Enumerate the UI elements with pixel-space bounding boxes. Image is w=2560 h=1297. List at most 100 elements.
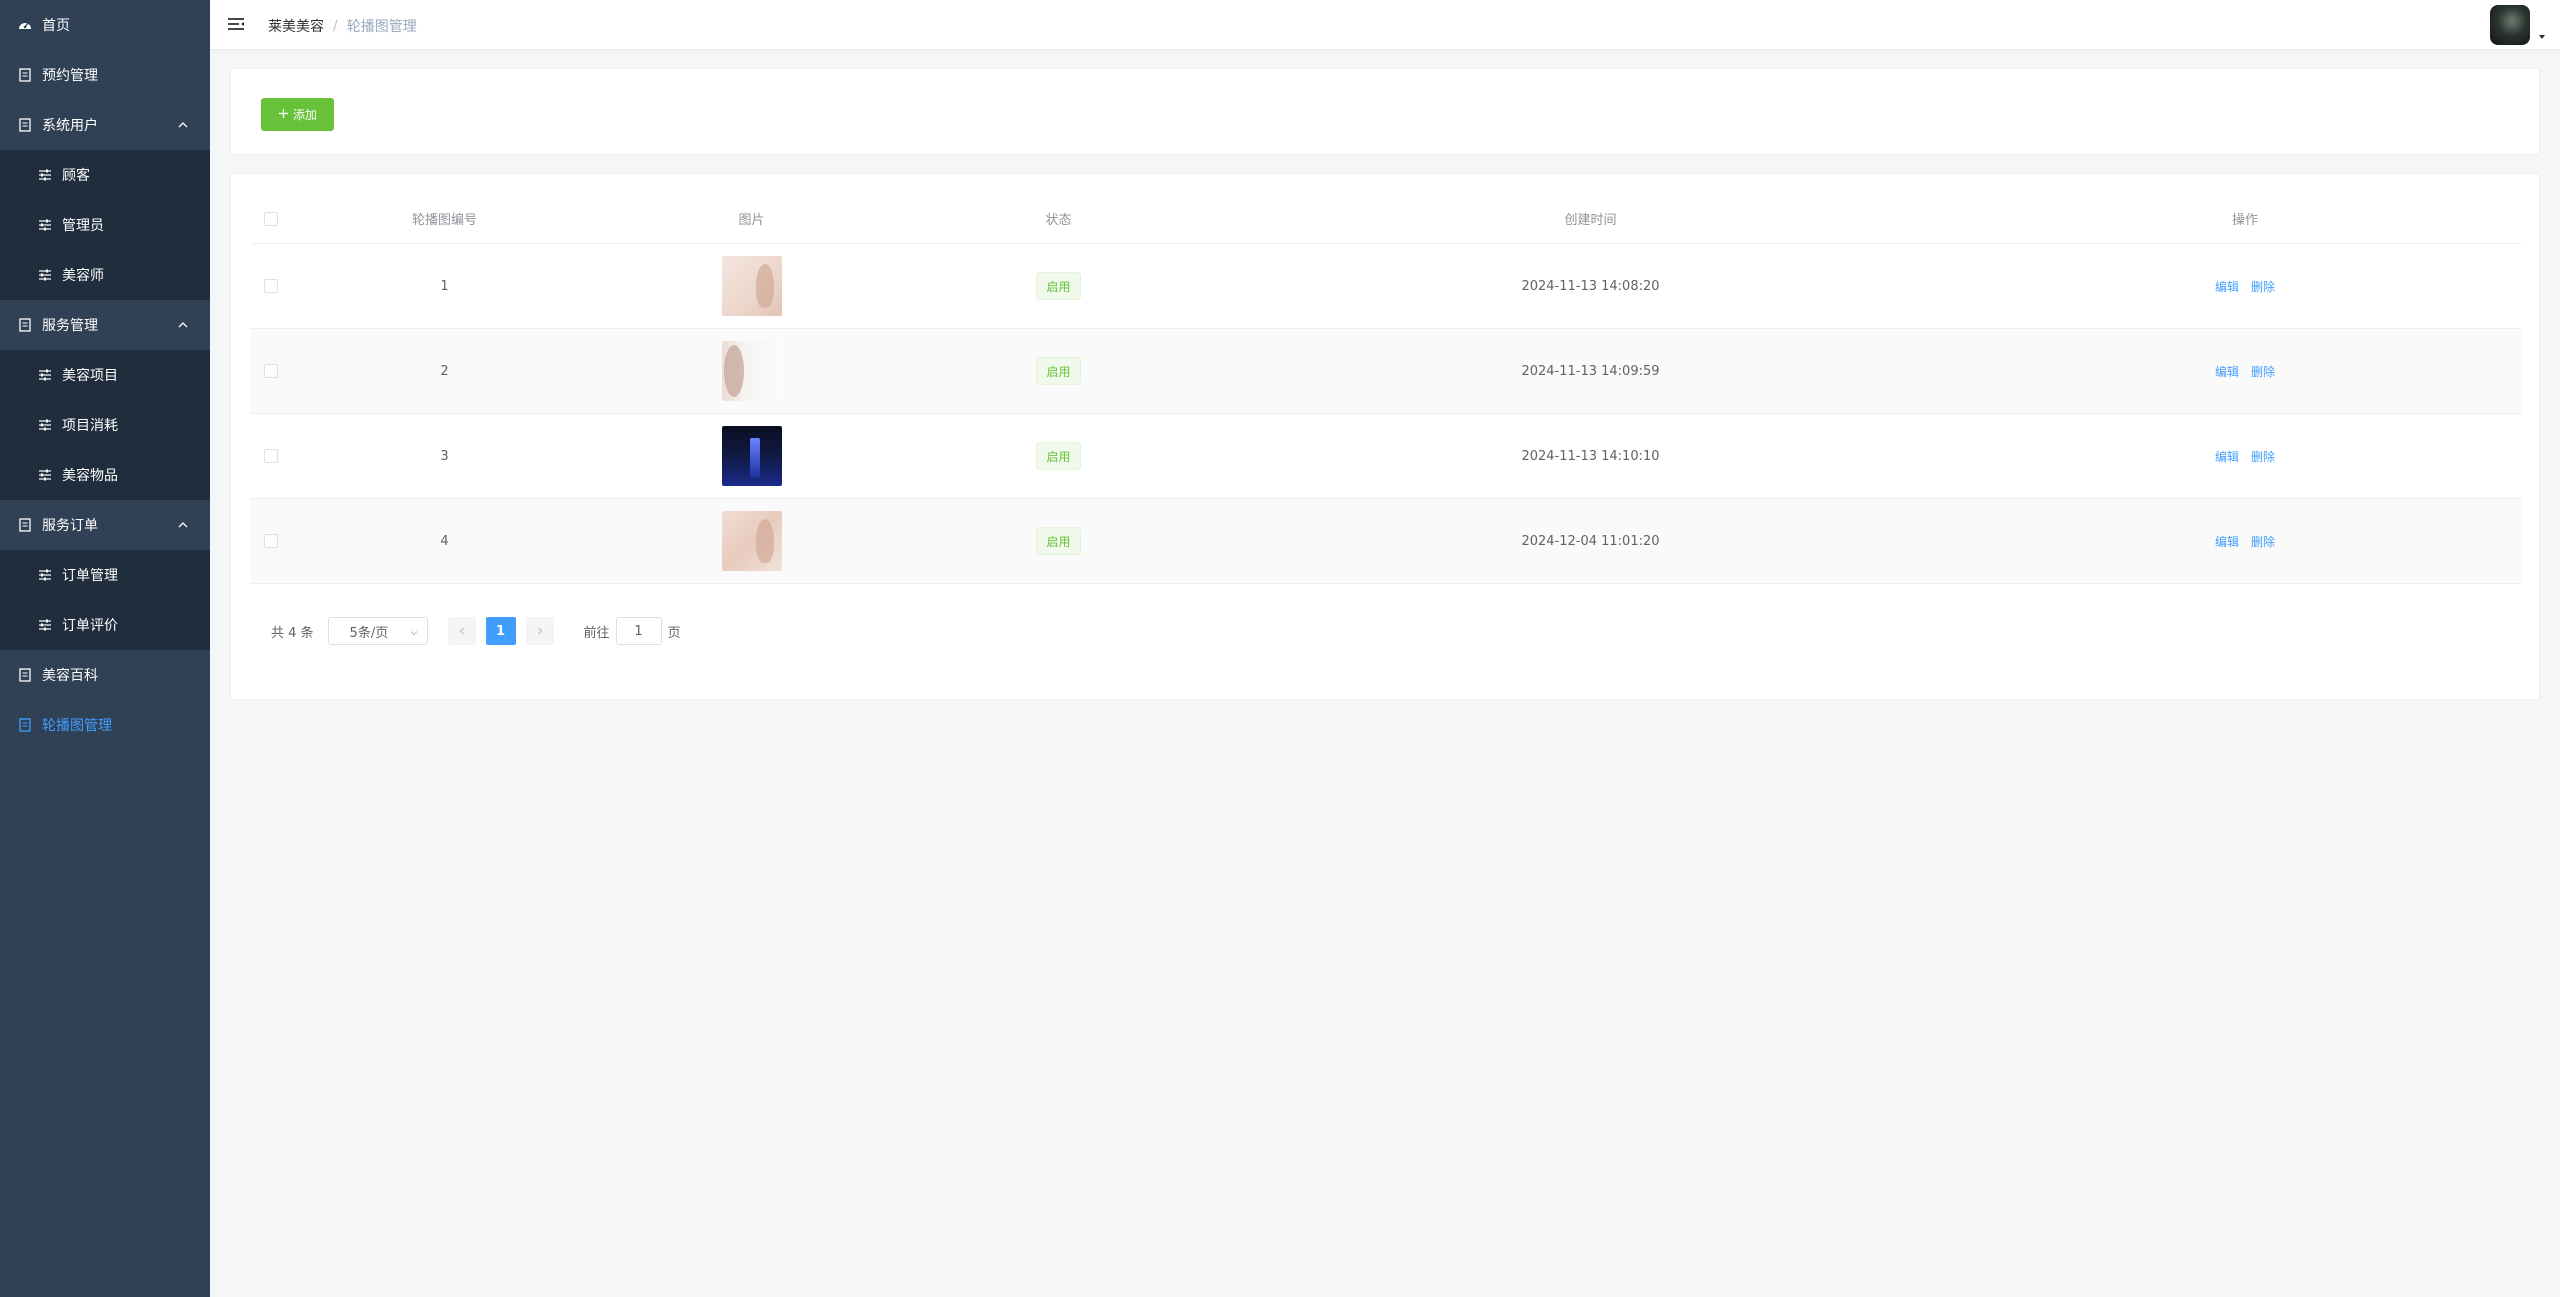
- column-header-created: 创建时间: [1564, 213, 1617, 228]
- sidebar-item-label: 美容项目: [62, 368, 118, 384]
- sidebar-item-label: 美容百科: [42, 668, 98, 684]
- sidebar-item-label: 项目消耗: [62, 418, 118, 434]
- chevron-left-icon: [459, 627, 464, 635]
- delete-button[interactable]: 删除: [2251, 533, 2275, 550]
- column-header-id: 轮播图编号: [411, 213, 477, 228]
- add-button[interactable]: 添加: [261, 98, 334, 131]
- table-header: 轮播图编号 图片 状态 创建时间 操作: [251, 194, 2521, 244]
- row-checkbox[interactable]: [264, 279, 278, 293]
- carousel-image[interactable]: [721, 341, 782, 401]
- edit-button[interactable]: 编辑: [2215, 278, 2239, 295]
- row-checkbox[interactable]: [264, 449, 278, 463]
- row-checkbox[interactable]: [264, 534, 278, 548]
- delete-button[interactable]: 删除: [2251, 363, 2275, 380]
- carousel-id: 1: [440, 278, 449, 294]
- table-row: 4 启用 2024-12-04 11:01:20 编辑 删除: [251, 499, 2521, 584]
- sidebar-item-appointments[interactable]: 预约管理: [0, 50, 210, 100]
- page-number-button[interactable]: 1: [485, 617, 516, 645]
- chevron-up-icon: [176, 518, 190, 532]
- sidebar-item-label: 顾客: [62, 168, 90, 184]
- carousel-image[interactable]: [721, 256, 782, 316]
- column-header-actions: 操作: [2231, 213, 2258, 228]
- goto-page-input[interactable]: 1: [615, 617, 662, 645]
- top-navbar: 莱美美容 / 轮播图管理: [210, 0, 2560, 50]
- carousel-image[interactable]: [721, 511, 782, 571]
- sidebar-item-beauty-projects[interactable]: 美容项目: [0, 350, 210, 400]
- delete-button[interactable]: 删除: [2251, 278, 2275, 295]
- sliders-icon: [38, 468, 52, 482]
- sliders-icon: [38, 568, 52, 582]
- edit-button[interactable]: 编辑: [2215, 448, 2239, 465]
- sidebar-item-label: 服务订单: [42, 518, 98, 534]
- toolbar-card: 添加: [230, 68, 2540, 155]
- sliders-icon: [38, 268, 52, 282]
- sliders-icon: [38, 418, 52, 432]
- sidebar-item-beauty-wiki[interactable]: 美容百科: [0, 650, 210, 700]
- edit-button[interactable]: 编辑: [2215, 363, 2239, 380]
- document-icon: [18, 668, 32, 682]
- page-size-select[interactable]: 5条/页: [327, 617, 428, 645]
- row-checkbox[interactable]: [264, 364, 278, 378]
- document-icon: [18, 518, 32, 532]
- sidebar-item-customers[interactable]: 顾客: [0, 150, 210, 200]
- next-page-button[interactable]: [525, 617, 554, 645]
- page-size-value: 5条/页: [349, 625, 389, 641]
- sliders-icon: [38, 618, 52, 632]
- carousel-id: 3: [440, 448, 449, 464]
- sidebar-item-label: 订单评价: [62, 618, 118, 634]
- caret-down-icon[interactable]: [2537, 30, 2547, 40]
- chevron-up-icon: [176, 318, 190, 332]
- prev-page-button[interactable]: [447, 617, 476, 645]
- edit-button[interactable]: 编辑: [2215, 533, 2239, 550]
- sidebar-item-home[interactable]: 首页: [0, 0, 210, 50]
- sidebar-item-order-management[interactable]: 订单管理: [0, 550, 210, 600]
- breadcrumb-item-home[interactable]: 莱美美容: [268, 16, 324, 36]
- page-jumper: 前往 1 页: [584, 617, 681, 645]
- goto-prefix: 前往: [583, 625, 610, 641]
- sidebar-item-service-orders[interactable]: 服务订单: [0, 500, 210, 550]
- document-icon: [18, 68, 32, 82]
- sidebar: 首页 预约管理 系统用户 顾客 管理员 美容师 服务管理 美容项目 项目消耗 美…: [0, 0, 210, 1297]
- sidebar-item-project-consumption[interactable]: 项目消耗: [0, 400, 210, 450]
- sidebar-item-label: 订单管理: [62, 568, 118, 584]
- created-time: 2024-11-13 14:09:59: [1521, 363, 1660, 379]
- delete-button[interactable]: 删除: [2251, 448, 2275, 465]
- chevron-down-icon: [409, 627, 419, 637]
- sidebar-item-order-reviews[interactable]: 订单评价: [0, 600, 210, 650]
- status-badge: 启用: [1036, 357, 1081, 385]
- pagination-total: 共 4 条: [271, 625, 314, 641]
- carousel-id: 2: [440, 363, 449, 379]
- sliders-icon: [38, 168, 52, 182]
- pagination: 共 4 条 5条/页 1 前往 1 页: [271, 617, 681, 645]
- add-button-label: 添加: [292, 108, 317, 122]
- table-row: 3 启用 2024-11-13 14:10:10 编辑 删除: [251, 414, 2521, 499]
- carousel-image[interactable]: [721, 426, 782, 486]
- breadcrumb: 莱美美容 / 轮播图管理: [268, 16, 417, 36]
- sidebar-item-beauticians[interactable]: 美容师: [0, 250, 210, 300]
- status-badge: 启用: [1036, 527, 1081, 555]
- table-row: 1 启用 2024-11-13 14:08:20 编辑 删除: [251, 244, 2521, 329]
- sidebar-item-beauty-items[interactable]: 美容物品: [0, 450, 210, 500]
- document-icon: [18, 318, 32, 332]
- status-badge: 启用: [1036, 272, 1081, 300]
- breadcrumb-separator: /: [333, 18, 338, 34]
- select-all-checkbox[interactable]: [264, 211, 278, 226]
- sliders-icon: [38, 218, 52, 232]
- table-card: 轮播图编号 图片 状态 创建时间 操作 1 启用 2024-11-13 14:0…: [230, 173, 2540, 700]
- sidebar-item-label: 美容师: [62, 268, 104, 284]
- sidebar-item-service-management[interactable]: 服务管理: [0, 300, 210, 350]
- sliders-icon: [38, 368, 52, 382]
- document-icon: [18, 718, 32, 732]
- sidebar-item-label: 服务管理: [42, 318, 98, 334]
- avatar[interactable]: [2490, 5, 2530, 45]
- created-time: 2024-12-04 11:01:20: [1521, 533, 1660, 549]
- sidebar-item-system-users[interactable]: 系统用户: [0, 100, 210, 150]
- carousel-table: 轮播图编号 图片 状态 创建时间 操作 1 启用 2024-11-13 14:0…: [251, 194, 2521, 584]
- sidebar-item-admins[interactable]: 管理员: [0, 200, 210, 250]
- breadcrumb-item-current: 轮播图管理: [346, 19, 417, 35]
- hamburger-icon[interactable]: [226, 14, 246, 34]
- document-icon: [18, 118, 32, 132]
- column-header-image: 图片: [738, 213, 765, 228]
- sidebar-item-carousel-management[interactable]: 轮播图管理: [0, 700, 210, 750]
- created-time: 2024-11-13 14:10:10: [1521, 448, 1660, 464]
